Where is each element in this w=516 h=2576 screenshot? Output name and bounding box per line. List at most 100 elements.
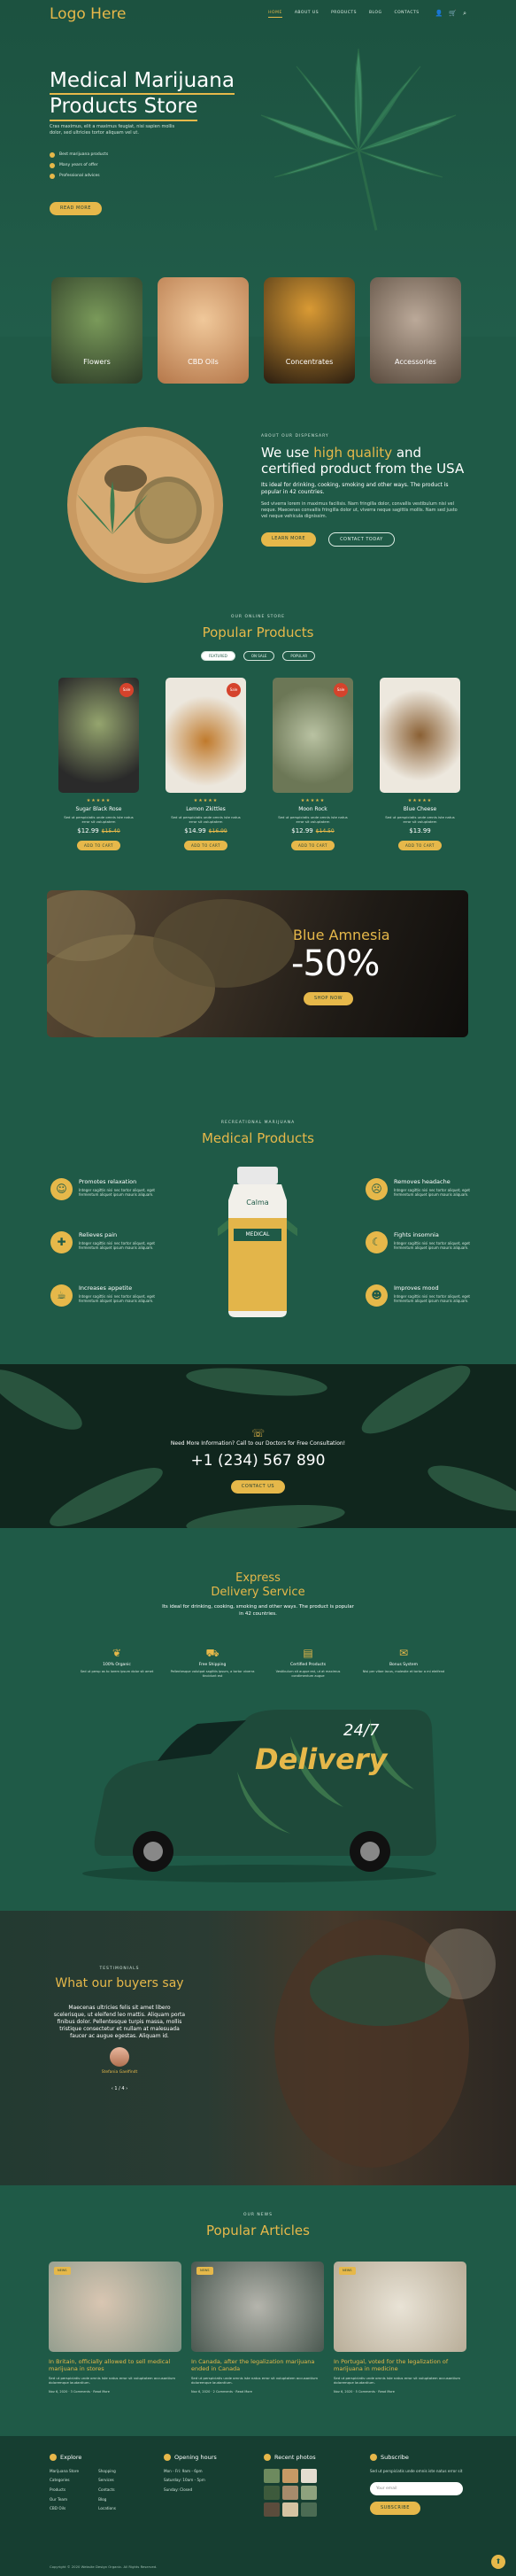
product-image[interactable]: Sale — [273, 678, 353, 793]
product-name[interactable]: Lemon Zkittles — [166, 806, 246, 813]
photo-thumb[interactable] — [264, 2502, 280, 2517]
photo-thumb[interactable] — [264, 2468, 280, 2483]
rating-stars: ★★★★★ — [86, 798, 112, 803]
article-card[interactable]: NEWS In Canada, after the legalization m… — [191, 2262, 324, 2394]
product-card[interactable]: Sale ★★★★★ Moon Rock Sed ut perspiciatis… — [273, 678, 353, 850]
user-icon[interactable]: 👤 — [435, 10, 443, 18]
product-desc: Sed ut perspiciatis unde omnis iste natu… — [64, 814, 134, 824]
scroll-top-icon[interactable]: ⬆ — [491, 2555, 505, 2569]
sale-badge: Sale — [119, 683, 134, 697]
article-title[interactable]: In Canada, after the legalization mariju… — [191, 2358, 324, 2372]
list-item: Many years of offer — [50, 163, 108, 169]
menu-item-contacts[interactable]: CONTACTS — [394, 11, 419, 17]
footer-link[interactable]: Locations — [98, 2506, 116, 2511]
filter-featured[interactable]: FEATURED — [200, 651, 235, 662]
photo-thumb[interactable] — [301, 2468, 317, 2483]
main-menu: HOME ABOUT US PRODUCTS BLOG CONTACTS — [268, 11, 419, 18]
subscribe-button[interactable]: Subscribe — [370, 2502, 420, 2516]
photo-thumb[interactable] — [282, 2502, 298, 2517]
contact-us-button[interactable]: Contact Us — [230, 1480, 286, 1494]
article-image[interactable]: NEWS — [191, 2262, 324, 2352]
photo-thumb[interactable] — [264, 2485, 280, 2500]
smile-icon: ☻ — [366, 1284, 388, 1307]
rating-stars: ★★★★★ — [193, 798, 219, 803]
mail-icon — [370, 2454, 377, 2462]
category-card-flowers[interactable]: Flowers — [51, 277, 142, 384]
product-name[interactable]: Moon Rock — [273, 806, 353, 813]
menu-item-about[interactable]: ABOUT US — [295, 11, 319, 17]
footer-link[interactable]: Contacts — [98, 2487, 116, 2493]
category-grid: Flowers CBD Oils Concentrates Accessorie… — [51, 277, 461, 384]
product-image[interactable]: Sale — [166, 678, 246, 793]
add-to-cart-button[interactable]: Add to Cart — [77, 840, 120, 850]
article-card[interactable]: NEWS In Britain, officially allowed to s… — [49, 2262, 181, 2394]
shop-now-button[interactable]: Shop Now — [304, 992, 354, 1005]
van-text-247: 24/7 — [343, 1721, 380, 1740]
product-card[interactable]: Sale ★★★★★ Sugar Black Rose Sed ut persp… — [58, 678, 139, 850]
photo-thumb[interactable] — [282, 2468, 298, 2483]
cart-icon[interactable]: 🛒 — [449, 10, 457, 18]
product-price: $12.99 $15.40 — [77, 827, 120, 835]
menu-item-blog[interactable]: BLOG — [369, 11, 381, 17]
category-card-cbd-oils[interactable]: CBD Oils — [158, 277, 249, 384]
delivery-title: Express Delivery Service — [211, 1571, 305, 1599]
contact-today-button[interactable]: Contact Today — [328, 531, 395, 547]
footer-link[interactable]: Our Team — [50, 2497, 79, 2502]
footer-link[interactable]: Services — [98, 2478, 116, 2483]
feature-item: ✉ Bonus System Nisi per vitae lacus, moles… — [356, 1646, 451, 1679]
footer-link[interactable]: Shopping — [98, 2469, 116, 2474]
footer-link[interactable]: CBD Oils — [50, 2506, 79, 2511]
add-to-cart-button[interactable]: Add to Cart — [398, 840, 442, 850]
article-title[interactable]: In Britain, officially allowed to sell m… — [49, 2358, 181, 2372]
photo-thumb[interactable] — [301, 2502, 317, 2517]
search-icon[interactable]: ⌕ — [463, 10, 466, 18]
article-image[interactable]: NEWS — [49, 2262, 181, 2352]
testimonial-author: Stefania Gaelfindt — [101, 2070, 138, 2076]
photo-thumb[interactable] — [282, 2485, 298, 2500]
list-item: Best marijuana products — [50, 152, 108, 159]
hero-read-more-button[interactable]: Read More — [50, 202, 102, 215]
footer-link[interactable]: Blog — [98, 2497, 116, 2502]
product-name[interactable]: Blue Cheese — [380, 806, 460, 813]
category-card-concentrates[interactable]: Concentrates — [264, 277, 355, 384]
bullet-icon — [50, 152, 55, 159]
medical-title: Medical Products — [201, 1130, 314, 1147]
photo-grid — [264, 2468, 317, 2517]
filter-on-sale[interactable]: ON SALE — [243, 651, 275, 662]
footer-explore: Explore Marijuana Store Categories Produ… — [50, 2454, 116, 2511]
promo-banner[interactable]: Blue Amnesia -50% Shop Now — [47, 890, 468, 1037]
articles-title: Popular Articles — [206, 2223, 310, 2239]
product-card[interactable]: ★★★★★ Blue Cheese Sed ut perspiciatis un… — [380, 678, 460, 850]
email-field[interactable]: Your email — [370, 2482, 463, 2496]
product-image[interactable]: Sale — [58, 678, 139, 793]
product-card[interactable]: Sale ★★★★★ Lemon Zkittles Sed ut perspic… — [166, 678, 246, 850]
add-to-cart-button[interactable]: Add to Cart — [184, 840, 227, 850]
filter-popular[interactable]: POPULAR — [282, 651, 316, 662]
category-card-accessories[interactable]: Accessories — [370, 277, 461, 384]
logo[interactable]: Logo Here — [50, 4, 127, 25]
relax-icon: ☺ — [50, 1178, 73, 1200]
delivery-description: Its ideal for drinking, cooking, smoking… — [162, 1604, 354, 1617]
menu-item-home[interactable]: HOME — [268, 11, 282, 18]
article-image[interactable]: NEWS — [334, 2262, 466, 2352]
footer-link[interactable]: Marijuana Store — [50, 2469, 79, 2474]
phone-number[interactable]: +1 (234) 567 890 — [0, 1451, 516, 1471]
article-title[interactable]: In Portugal, voted for the legalization … — [334, 2358, 466, 2372]
delivery-features: ❦ 100% Organic Sed ut persp as to lorem ip… — [69, 1646, 451, 1679]
product-name[interactable]: Sugar Black Rose — [58, 806, 139, 813]
article-card[interactable]: NEWS In Portugal, voted for the legaliza… — [334, 2262, 466, 2394]
photo-thumb[interactable] — [301, 2485, 317, 2500]
benefit-item: ☕ Increases appetite Integer sagittis nisi… — [50, 1284, 157, 1307]
article-desc: Sed ut perspiciatis unde omnis iste natu… — [334, 2376, 461, 2386]
medical-bottle-image: Calma MEDICAL — [218, 1165, 297, 1320]
feature-item: ❦ 100% Organic Sed ut persp as to lorem ip… — [69, 1646, 165, 1679]
footer-link[interactable]: Categories — [50, 2478, 79, 2483]
footer-link[interactable]: Products — [50, 2487, 79, 2493]
next-arrow-icon[interactable]: › — [125, 2086, 127, 2091]
promo-discount: -50% — [291, 943, 380, 984]
bullet-icon — [50, 174, 55, 180]
menu-item-products[interactable]: PRODUCTS — [331, 11, 357, 17]
learn-more-button[interactable]: Learn More — [261, 531, 317, 547]
add-to-cart-button[interactable]: Add to Cart — [291, 840, 335, 850]
product-image[interactable] — [380, 678, 460, 793]
